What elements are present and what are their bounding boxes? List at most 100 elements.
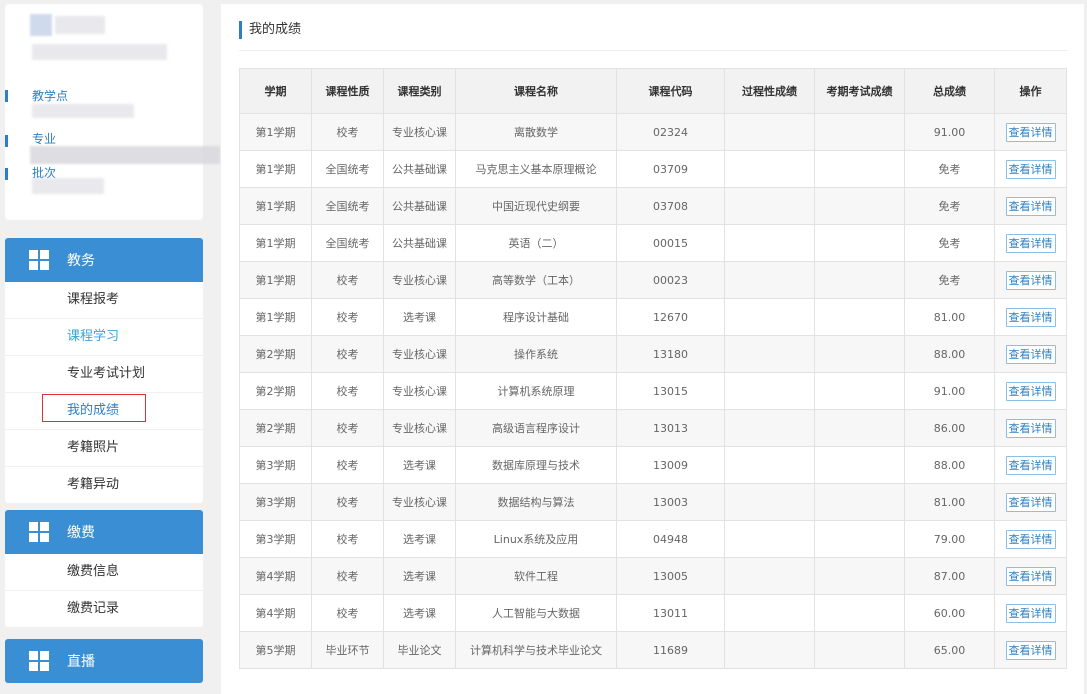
table-cell: 第4学期 — [239, 594, 312, 632]
table-cell — [814, 261, 905, 299]
column-header: 总成绩 — [904, 68, 995, 114]
menu-header-academic[interactable]: 教务 — [5, 238, 203, 282]
table-cell — [814, 335, 905, 373]
view-details-button[interactable]: 查看详情 — [1005, 529, 1056, 549]
table-row: 第1学期 全国统考 公共基础课 马克思主义基本原理概论 03709 免考 查看详情 — [239, 150, 1067, 188]
table-cell — [724, 557, 815, 595]
table-cell: 校考 — [311, 261, 384, 299]
view-details-button[interactable]: 查看详情 — [1005, 307, 1056, 327]
table-cell — [724, 631, 815, 669]
table-cell: 公共基础课 — [383, 187, 456, 225]
table-cell — [724, 224, 815, 262]
page-title: 我的成绩 — [239, 21, 301, 39]
sidebar-item-my-grades[interactable]: 我的成绩 — [5, 393, 203, 430]
table-cell — [724, 335, 815, 373]
table-header-row: 学期 课程性质 课程类别 课程名称 课程代码 过程性成绩 考期考试成绩 总成绩 操作 — [239, 68, 1067, 114]
column-header: 课程类别 — [383, 68, 456, 114]
table-row: 第1学期 校考 专业核心课 离散数学 02324 91.00 查看详情 — [239, 113, 1067, 151]
title-divider — [239, 50, 1068, 51]
table-cell — [724, 298, 815, 336]
table-cell: 计算机系统原理 — [455, 372, 617, 410]
sidebar-item-status-change[interactable]: 考籍异动 — [5, 467, 203, 503]
table-cell — [814, 113, 905, 151]
table-cell: 13015 — [616, 372, 725, 410]
table-row: 第1学期 校考 选考课 程序设计基础 12670 81.00 查看详情 — [239, 298, 1067, 336]
profile-label-center: 教学点 — [32, 89, 69, 103]
table-cell: 91.00 — [904, 372, 995, 410]
table-cell: 03708 — [616, 187, 725, 225]
table-cell: Linux系统及应用 — [455, 520, 617, 558]
view-details-button[interactable]: 查看详情 — [1005, 566, 1056, 586]
view-details-button[interactable]: 查看详情 — [1005, 418, 1056, 438]
grid-icon — [29, 250, 49, 270]
table-cell — [814, 557, 905, 595]
table-cell: 第3学期 — [239, 446, 312, 484]
table-cell — [814, 372, 905, 410]
grades-table: 学期 课程性质 课程类别 课程名称 课程代码 过程性成绩 考期考试成绩 总成绩 操作 第1学期校… — [239, 68, 1067, 669]
table-cell: 离散数学 — [455, 113, 617, 151]
table-cell — [814, 409, 905, 447]
table-cell — [724, 372, 815, 410]
table-cell: 13013 — [616, 409, 725, 447]
sidebar-item-photo[interactable]: 考籍照片 — [5, 430, 203, 467]
table-cell — [724, 409, 815, 447]
menu-header-payment[interactable]: 缴费 — [5, 510, 203, 554]
table-cell: 11689 — [616, 631, 725, 669]
table-cell: 第2学期 — [239, 335, 312, 373]
view-details-button[interactable]: 查看详情 — [1005, 122, 1056, 142]
menu-header-live[interactable]: 直播 — [5, 639, 203, 683]
table-cell-action: 查看详情 — [994, 224, 1067, 262]
table-cell: 第1学期 — [239, 150, 312, 188]
table-cell: 第5学期 — [239, 631, 312, 669]
table-cell: 计算机科学与技术毕业论文 — [455, 631, 617, 669]
sidebar-item-payment-records[interactable]: 缴费记录 — [5, 591, 203, 627]
table-cell-action: 查看详情 — [994, 150, 1067, 188]
table-cell: 高级语言程序设计 — [455, 409, 617, 447]
table-cell: 专业核心课 — [383, 113, 456, 151]
table-cell — [814, 594, 905, 632]
table-cell: 第1学期 — [239, 261, 312, 299]
table-cell — [724, 594, 815, 632]
grid-icon — [29, 522, 49, 542]
sidebar-item-payment-info[interactable]: 缴费信息 — [5, 554, 203, 591]
column-header: 课程性质 — [311, 68, 384, 114]
table-cell — [724, 187, 815, 225]
view-details-button[interactable]: 查看详情 — [1005, 159, 1056, 179]
column-header: 过程性成绩 — [724, 68, 815, 114]
table-cell: 人工智能与大数据 — [455, 594, 617, 632]
table-cell: 87.00 — [904, 557, 995, 595]
view-details-button[interactable]: 查看详情 — [1005, 270, 1056, 290]
view-details-button[interactable]: 查看详情 — [1005, 344, 1056, 364]
sidebar-item-course-study[interactable]: 课程学习 — [5, 319, 203, 356]
table-cell-action: 查看详情 — [994, 520, 1067, 558]
table-cell: 中国近现代史纲要 — [455, 187, 617, 225]
table-cell: 13003 — [616, 483, 725, 521]
selection-highlight-box — [42, 394, 146, 422]
view-details-button[interactable]: 查看详情 — [1005, 603, 1056, 623]
view-details-button[interactable]: 查看详情 — [1005, 455, 1056, 475]
table-cell: 免考 — [904, 187, 995, 225]
column-header: 考期考试成绩 — [814, 68, 905, 114]
table-cell: 专业核心课 — [383, 261, 456, 299]
table-cell: 第4学期 — [239, 557, 312, 595]
table-row: 第3学期 校考 选考课 Linux系统及应用 04948 79.00 查看详情 — [239, 520, 1067, 558]
column-header: 课程名称 — [455, 68, 617, 114]
table-cell: 全国统考 — [311, 150, 384, 188]
view-details-button[interactable]: 查看详情 — [1005, 233, 1056, 253]
sidebar-item-exam-plan[interactable]: 专业考试计划 — [5, 356, 203, 393]
main-panel: 我的成绩 学期 课程性质 课程类别 课程名称 课程代码 过程性成绩 考期考试成绩 总成绩 操作 … — [221, 4, 1084, 694]
view-details-button[interactable]: 查看详情 — [1005, 492, 1056, 512]
table-cell-action: 查看详情 — [994, 446, 1067, 484]
table-cell: 校考 — [311, 520, 384, 558]
view-details-button[interactable]: 查看详情 — [1005, 381, 1056, 401]
column-header: 课程代码 — [616, 68, 725, 114]
view-details-button[interactable]: 查看详情 — [1005, 640, 1056, 660]
table-cell: 91.00 — [904, 113, 995, 151]
table-cell: 第1学期 — [239, 187, 312, 225]
table-cell: 马克思主义基本原理概论 — [455, 150, 617, 188]
table-cell: 00023 — [616, 261, 725, 299]
view-details-button[interactable]: 查看详情 — [1005, 196, 1056, 216]
table-row: 第3学期 校考 选考课 数据库原理与技术 13009 88.00 查看详情 — [239, 446, 1067, 484]
table-cell: 校考 — [311, 483, 384, 521]
sidebar-item-course-enroll[interactable]: 课程报考 — [5, 282, 203, 319]
